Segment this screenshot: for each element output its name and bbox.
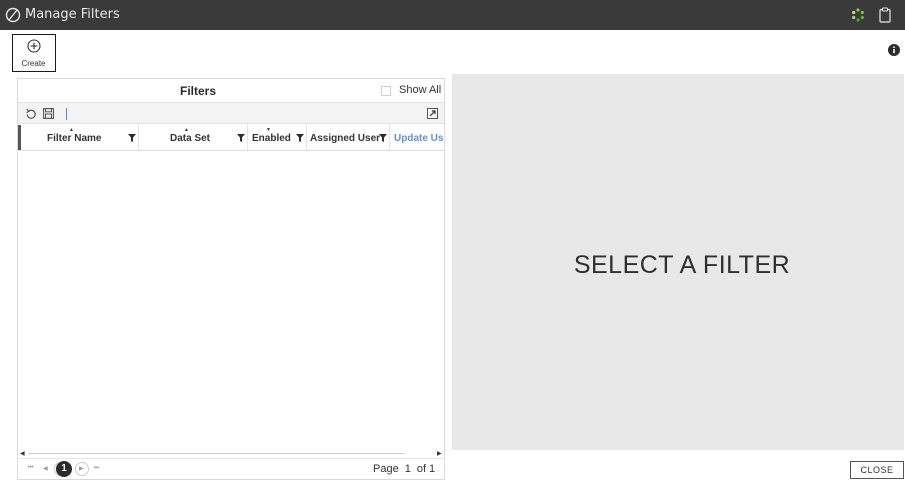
grid-body	[18, 152, 444, 446]
column-update-user-label: Update Use	[394, 133, 444, 144]
column-filter-icon[interactable]	[237, 134, 245, 142]
filter-detail-panel: SELECT A FILTER	[452, 74, 904, 450]
page-of-label: of 1	[416, 463, 436, 475]
show-all-label: Show All	[399, 84, 442, 96]
column-filter-icon[interactable]	[128, 134, 136, 142]
refresh-icon[interactable]	[25, 108, 37, 120]
filters-panel: Filters Show All ▲ Filter Name ▲ Data Se…	[17, 78, 445, 480]
column-update-user[interactable]: Update Use	[390, 125, 444, 150]
next-page-icon[interactable]: ▶	[79, 465, 84, 472]
plus-circle-icon	[27, 39, 41, 53]
column-filter-icon[interactable]	[379, 134, 387, 142]
scroll-right-icon[interactable]: ▶	[437, 450, 442, 457]
close-button[interactable]: CLOSE	[850, 461, 904, 479]
pager: ⏮ ◀ 1 ▶ ⏭ Page 1 of 1	[18, 458, 444, 479]
page-value: 1	[404, 463, 411, 475]
grid-header: ▲ Filter Name ▲ Data Set ▼ Enabled Assig…	[18, 125, 444, 151]
expand-icon[interactable]	[427, 108, 438, 119]
info-icon[interactable]	[888, 44, 900, 56]
title-bar: Manage Filters	[0, 0, 905, 30]
loading-spinner-icon	[852, 8, 864, 22]
grid-toolbar	[18, 102, 444, 124]
filters-panel-title: Filters	[179, 84, 216, 98]
select-filter-placeholder: SELECT A FILTER	[573, 251, 791, 279]
column-assigned-user-label: Assigned User	[310, 133, 381, 144]
current-page-button[interactable]: 1	[56, 461, 72, 477]
column-filter-name-label: Filter Name	[47, 133, 102, 144]
clipboard-icon[interactable]	[879, 7, 891, 23]
create-button[interactable]: Create	[12, 34, 56, 72]
create-label: Create	[21, 59, 46, 68]
column-assigned-user[interactable]: Assigned User	[307, 125, 390, 150]
slashed-circle-logo-icon	[5, 7, 21, 23]
column-data-set[interactable]: ▲ Data Set	[139, 125, 248, 150]
last-page-icon[interactable]: ⏭	[94, 465, 99, 472]
save-icon[interactable]	[43, 108, 54, 119]
page-info: Page 1 of 1	[373, 463, 441, 475]
column-filter-icon[interactable]	[296, 134, 304, 142]
window-title: Manage Filters	[25, 7, 120, 22]
column-filter-name[interactable]: ▲ Filter Name	[21, 125, 139, 150]
scroll-track[interactable]	[28, 453, 405, 454]
scroll-left-icon[interactable]: ◀	[20, 450, 25, 457]
previous-page-icon[interactable]: ◀	[43, 465, 48, 472]
column-enabled-label: Enabled	[252, 133, 291, 144]
column-enabled[interactable]: ▼ Enabled	[248, 125, 307, 150]
show-all-checkbox[interactable]	[381, 86, 391, 96]
first-page-icon[interactable]: ⏮	[28, 465, 33, 472]
horizontal-scrollbar[interactable]: ◀ ▶	[18, 450, 444, 457]
page-label: Page	[373, 463, 399, 475]
column-data-set-label: Data Set	[170, 133, 211, 144]
toolbar-separator	[66, 108, 67, 120]
